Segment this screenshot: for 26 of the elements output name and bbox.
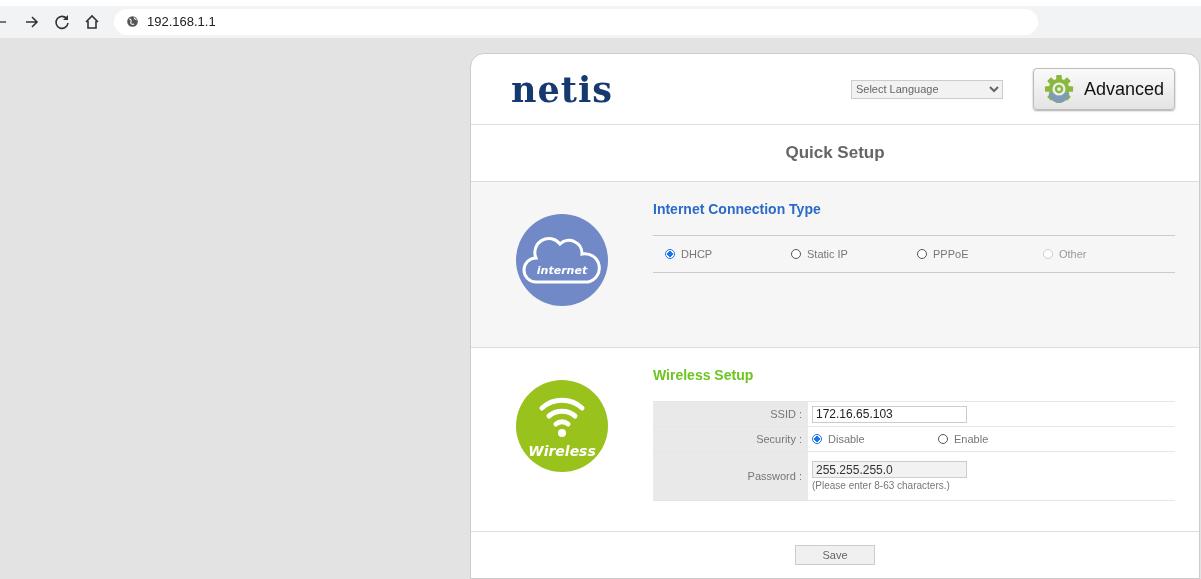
home-icon[interactable]: [84, 13, 100, 30]
save-button[interactable]: Save: [795, 545, 875, 565]
field-label: Password :: [653, 452, 808, 500]
globe-icon: [126, 15, 139, 29]
address-bar[interactable]: 192.168.1.1: [114, 8, 1038, 35]
field-label: Security :: [653, 427, 808, 451]
field-label: SSID :: [653, 402, 808, 426]
radio-option[interactable]: Disable: [812, 433, 938, 445]
logo: netis: [511, 68, 613, 110]
radio-option[interactable]: PPPoE: [917, 248, 1043, 260]
forward-arrow-icon[interactable]: [24, 13, 40, 30]
ssid-field[interactable]: 172.16.65.103: [812, 405, 967, 423]
radio-option[interactable]: DHCP: [665, 248, 791, 260]
wifi-icon: Wireless: [516, 380, 608, 472]
password-field: 255.255.255.0: [812, 461, 967, 478]
section-heading: Wireless Setup: [653, 367, 755, 383]
advanced-button[interactable]: Advanced: [1032, 68, 1175, 110]
hint-text: (Please enter 8-63 characters.): [812, 480, 951, 491]
cloud-icon: internet: [516, 214, 608, 306]
language-select[interactable]: Select Language: [850, 79, 1003, 99]
section-heading: Internet Connection Type: [653, 201, 822, 217]
radio-option[interactable]: Enable: [938, 433, 1064, 445]
address-text: 192.168.1.1: [147, 14, 216, 30]
reload-icon[interactable]: [54, 13, 70, 30]
radio-option[interactable]: Static IP: [791, 248, 917, 260]
gear-icon: [1043, 74, 1074, 104]
